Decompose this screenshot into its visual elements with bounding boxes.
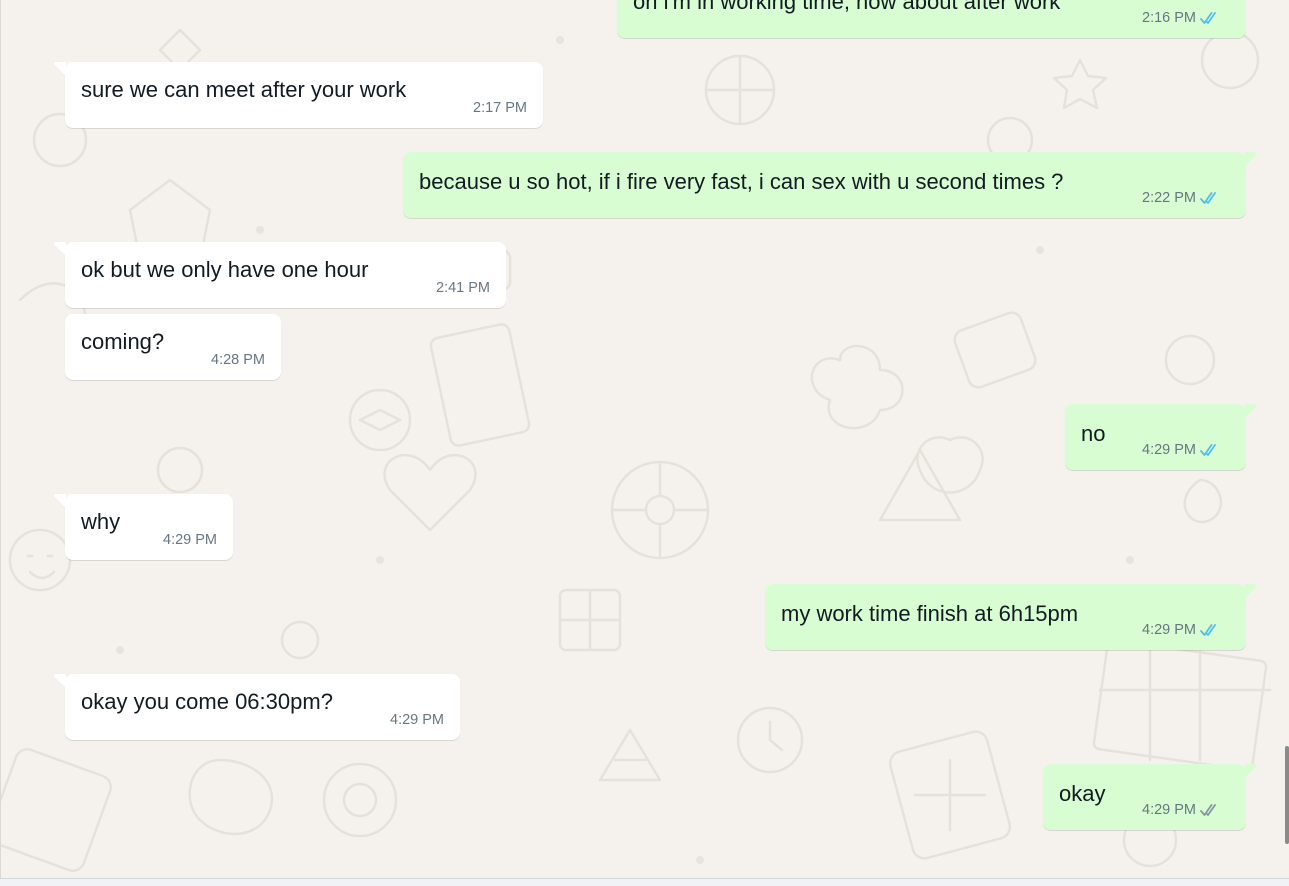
bubble-tail-icon xyxy=(1245,584,1257,598)
bubble-tail-icon xyxy=(54,242,66,256)
message-time: 2:41 PM xyxy=(436,280,490,296)
message-time: 4:29 PM xyxy=(1142,442,1196,458)
message-time: 2:22 PM xyxy=(1142,190,1196,206)
message-time: 4:29 PM xyxy=(1142,622,1196,638)
message-text: oh i'm in working time, how about after … xyxy=(633,0,1061,14)
message-outgoing[interactable]: okay 4:29 PM xyxy=(1043,764,1257,830)
scrollbar-thumb[interactable] xyxy=(1285,746,1289,844)
message-incoming[interactable]: sure we can meet after your work 2:17 PM xyxy=(54,62,543,128)
message-meta: 4:28 PM xyxy=(211,352,265,368)
bubble-tail-icon xyxy=(54,494,66,508)
message-time: 4:28 PM xyxy=(211,352,265,368)
message-time: 4:29 PM xyxy=(1142,802,1196,818)
message-meta: 4:29 PM xyxy=(1142,802,1220,818)
delivered-receipt-icon xyxy=(1200,804,1216,816)
message-incoming[interactable]: why 4:29 PM xyxy=(54,494,233,560)
message-outgoing[interactable]: my work time finish at 6h15pm 4:29 PM xyxy=(765,584,1257,650)
message-incoming[interactable]: ok but we only have one hour 2:41 PM xyxy=(54,242,506,308)
message-outgoing[interactable]: no 4:29 PM xyxy=(1065,404,1257,470)
message-meta: 4:29 PM xyxy=(1142,442,1220,458)
message-meta: 2:22 PM xyxy=(1142,190,1220,206)
message-text: because u so hot, if i fire very fast, i… xyxy=(419,169,1064,194)
message-meta: 4:29 PM xyxy=(163,532,217,548)
bubble-tail-icon xyxy=(54,62,66,76)
message-incoming[interactable]: coming? 4:28 PM xyxy=(65,314,281,380)
message-meta: 2:17 PM xyxy=(473,100,527,116)
message-text: why xyxy=(81,509,121,534)
message-outgoing[interactable]: oh i'm in working time, how about after … xyxy=(617,0,1246,38)
message-text: okay xyxy=(1059,781,1106,806)
bubble-tail-icon xyxy=(1245,404,1257,418)
message-text: coming? xyxy=(81,329,165,354)
message-text: sure we can meet after your work xyxy=(81,77,407,102)
message-incoming[interactable]: okay you come 06:30pm? 4:29 PM xyxy=(54,674,460,740)
read-receipt-icon xyxy=(1200,12,1216,24)
message-text: no xyxy=(1081,421,1106,446)
read-receipt-icon xyxy=(1200,444,1216,456)
message-time: 4:29 PM xyxy=(390,712,444,728)
chat-area[interactable]: oh i'm in working time, how about after … xyxy=(0,0,1289,878)
message-text: my work time finish at 6h15pm xyxy=(781,601,1079,626)
bubble-tail-icon xyxy=(54,674,66,688)
message-time: 2:16 PM xyxy=(1142,10,1196,26)
message-meta: 4:29 PM xyxy=(1142,622,1220,638)
bubble-tail-icon xyxy=(1245,764,1257,778)
message-meta: 2:41 PM xyxy=(436,280,490,296)
read-receipt-icon xyxy=(1200,192,1216,204)
message-time: 4:29 PM xyxy=(163,532,217,548)
read-receipt-icon xyxy=(1200,624,1216,636)
message-meta: 2:16 PM xyxy=(1142,10,1220,26)
message-text: okay you come 06:30pm? xyxy=(81,689,333,714)
message-meta: 4:29 PM xyxy=(390,712,444,728)
bubble-tail-icon xyxy=(1245,152,1257,166)
message-outgoing[interactable]: because u so hot, if i fire very fast, i… xyxy=(403,152,1257,218)
message-text: ok but we only have one hour xyxy=(81,257,369,282)
pane-divider xyxy=(0,0,1,878)
message-time: 2:17 PM xyxy=(473,100,527,116)
